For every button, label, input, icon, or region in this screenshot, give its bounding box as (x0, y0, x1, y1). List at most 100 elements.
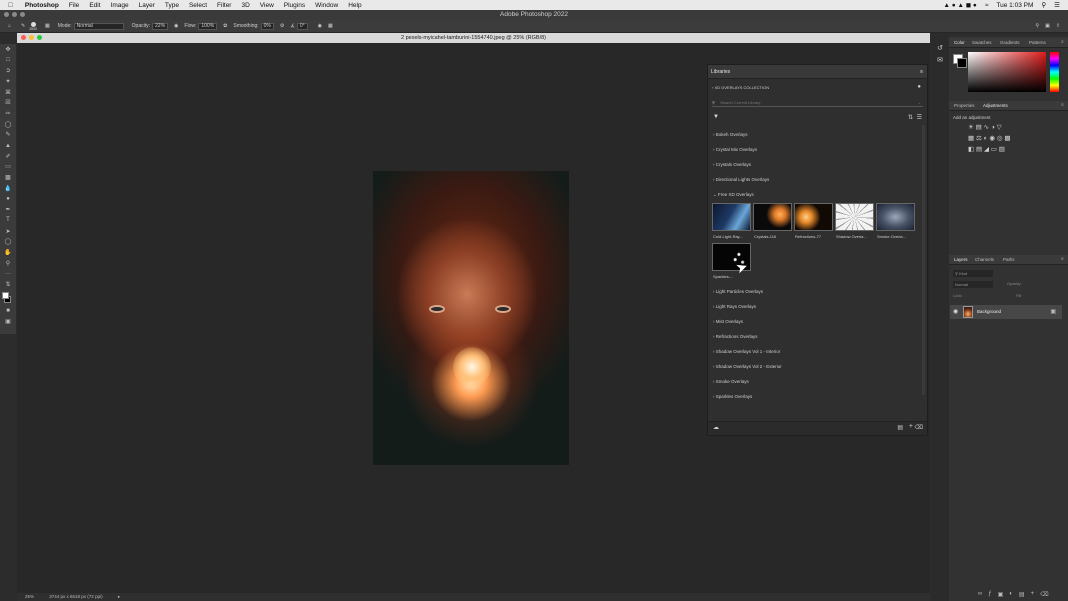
tab-paths[interactable]: Paths (1003, 257, 1015, 262)
hue-saturation-icon[interactable]: ▦ (968, 135, 974, 142)
vibrance-icon[interactable]: ▽ (997, 124, 1002, 131)
smoothing-field[interactable]: 0% (260, 22, 274, 30)
hand-tool-icon[interactable]: ✋ (0, 247, 16, 258)
menu-app-photoshop[interactable]: Photoshop (25, 2, 59, 9)
folder-icon[interactable]: ▤ (897, 424, 903, 431)
section-refractions-overlays[interactable]: › Refractions Overlays (713, 334, 758, 339)
bg-color-chip[interactable] (957, 58, 967, 68)
quick-select-tool-icon[interactable]: ✦ (0, 76, 16, 87)
thumb-smoke-overlay[interactable] (876, 203, 915, 231)
section-crystals-overlays[interactable]: › Crystals Overlays (713, 162, 751, 167)
section-mist-overlays[interactable]: › Mist Overlays (713, 319, 743, 324)
frame-tool-icon[interactable]: ☒ (0, 97, 16, 108)
menu-window[interactable]: Window (315, 2, 338, 9)
library-search-input[interactable]: ⚲ Search Current Library ⌄ (712, 98, 923, 107)
blend-mode-select[interactable]: Normal (953, 281, 993, 288)
blur-tool-icon[interactable]: 💧 (0, 183, 16, 194)
dodge-tool-icon[interactable]: ● (0, 194, 16, 205)
home-icon[interactable]: ⌂ (8, 23, 11, 29)
curves-icon[interactable]: ∿ (984, 124, 989, 131)
section-light-rays-overlays[interactable]: › Light Rays Overlays (713, 304, 756, 309)
gear-icon[interactable]: ⚙ (280, 23, 284, 29)
menu-type[interactable]: Type (165, 2, 179, 9)
section-shadow-overlays-vol1[interactable]: › Shadow Overlays Vol 1 - Interior (713, 349, 780, 354)
tab-swatches[interactable]: Swatches (972, 40, 992, 45)
status-menu-arrow-icon[interactable]: ▸ (118, 594, 120, 599)
more-tools-icon[interactable]: ··· (0, 268, 16, 279)
zoom-icon[interactable] (20, 12, 25, 17)
shape-tool-icon[interactable]: ◯ (0, 236, 16, 247)
mask-icon[interactable]: ▣ (998, 591, 1004, 598)
invert-icon[interactable]: ◧ (968, 146, 974, 153)
panel-menu-icon[interactable]: ≡ (920, 65, 923, 79)
chevron-down-icon[interactable]: ⌄ (918, 98, 921, 107)
opacity-field[interactable]: 22% (152, 22, 169, 30)
hue-slider[interactable] (1050, 52, 1059, 92)
section-directional-lights-overlays[interactable]: › Directional Lights Overlays (713, 177, 769, 182)
menu-layer[interactable]: Layer (139, 2, 155, 9)
pen-tool-icon[interactable]: ✒ (0, 204, 16, 215)
pressure-opacity-icon[interactable]: ◉ (174, 23, 178, 29)
control-center-icon[interactable]: ☰ (1054, 1, 1060, 9)
add-icon[interactable]: + (909, 423, 913, 430)
lock-icon[interactable]: ▣ (1050, 308, 1056, 315)
screen-mode-icon[interactable]: ▣ (0, 317, 16, 328)
menu-filter[interactable]: Filter (217, 2, 231, 9)
menu-edit[interactable]: Edit (89, 2, 100, 9)
color-lookup-icon[interactable]: ▩ (1004, 135, 1010, 142)
posterize-icon[interactable]: ▤ (976, 146, 982, 153)
collection-breadcrumb[interactable]: ‹ XD OVERLAYS COLLECTION (712, 85, 769, 90)
selective-color-icon[interactable]: ▨ (999, 146, 1005, 153)
layer-row-background[interactable]: ◉ Background ▣ (950, 305, 1062, 319)
minimize-icon[interactable] (12, 12, 17, 17)
crop-tool-icon[interactable]: ⌘ (0, 87, 16, 98)
tab-channels[interactable]: Channels (975, 257, 994, 262)
section-smoke-overlays[interactable]: › Smoke Overlays (713, 379, 749, 384)
menu-select[interactable]: Select (189, 2, 207, 9)
brush-tool-icon-left[interactable]: ✎ (0, 130, 16, 141)
doc-zoom-icon[interactable] (37, 35, 42, 40)
group-icon[interactable]: ▤ (1019, 591, 1025, 598)
cloud-icon[interactable]: ☁ (713, 424, 719, 431)
panel-menu-icon[interactable]: ≡ (1061, 256, 1064, 261)
thumb-crystals-116[interactable] (753, 203, 792, 231)
gradient-map-icon[interactable]: ▭ (991, 146, 997, 153)
close-icon[interactable] (4, 12, 9, 17)
levels-icon[interactable]: ▤ (976, 124, 982, 131)
menu-view[interactable]: View (260, 2, 274, 9)
menu-image[interactable]: Image (111, 2, 129, 9)
pressure-size-icon[interactable]: ◉ (318, 23, 322, 29)
thumb-cold-light-ray[interactable] (712, 203, 751, 231)
foreground-color-swatch[interactable] (2, 291, 9, 299)
tab-patterns[interactable]: Patterns (1029, 40, 1046, 45)
healing-tool-icon[interactable]: ◯ (0, 119, 16, 130)
new-layer-icon[interactable]: + (1031, 591, 1035, 598)
thumb-refractions-77[interactable] (794, 203, 833, 231)
section-sparkles-overlays[interactable]: › Sparkles Overlays (713, 394, 752, 399)
airbrush-icon[interactable]: ✿ (223, 23, 227, 29)
delete-layer-icon[interactable]: ⌫ (1040, 591, 1048, 598)
brush-preset-picker[interactable]: 2840 (29, 21, 37, 31)
color-picker-field[interactable] (968, 52, 1046, 92)
color-balance-icon[interactable]: ⚖ (976, 135, 982, 142)
adjustment-icons[interactable]: ☀ ▤ ∿ ◑ ▽ ▦ ⚖ ◐ ◉ ◎ ▩ ◧ ▤ ◢ ▭ ▨ (968, 122, 1028, 155)
libraries-title[interactable]: Libraries (711, 69, 730, 75)
layer-kind-filter[interactable]: ⚲ Kind (953, 270, 993, 277)
gradient-tool-icon[interactable]: ▩ (0, 172, 16, 183)
search-icon[interactable]: ⚲ (1041, 1, 1046, 9)
exposure-icon[interactable]: ◑ (991, 124, 995, 131)
black-white-icon[interactable]: ◐ (984, 135, 988, 142)
quick-mask-icon[interactable]: ■ (0, 306, 16, 317)
history-icon[interactable]: ↺ (932, 44, 948, 52)
tab-adjustments[interactable]: Adjustments (983, 103, 1008, 108)
trash-icon[interactable]: ⌫ (915, 424, 923, 431)
brightness-icon[interactable]: ☀ (968, 124, 974, 131)
document-tab[interactable]: 2 pexels-myicahel-tamburini-1554740.jpeg… (17, 33, 930, 43)
brush-settings-icon[interactable]: ▦ (45, 23, 50, 29)
doc-close-icon[interactable] (21, 35, 26, 40)
adjustment-layer-icon[interactable]: ◐ (1009, 591, 1013, 598)
eraser-tool-icon[interactable]: ▭ (0, 162, 16, 173)
libraries-scrollbar[interactable] (922, 125, 925, 395)
window-controls[interactable] (4, 12, 25, 17)
brush-tool-icon[interactable]: ✎ (21, 23, 25, 29)
